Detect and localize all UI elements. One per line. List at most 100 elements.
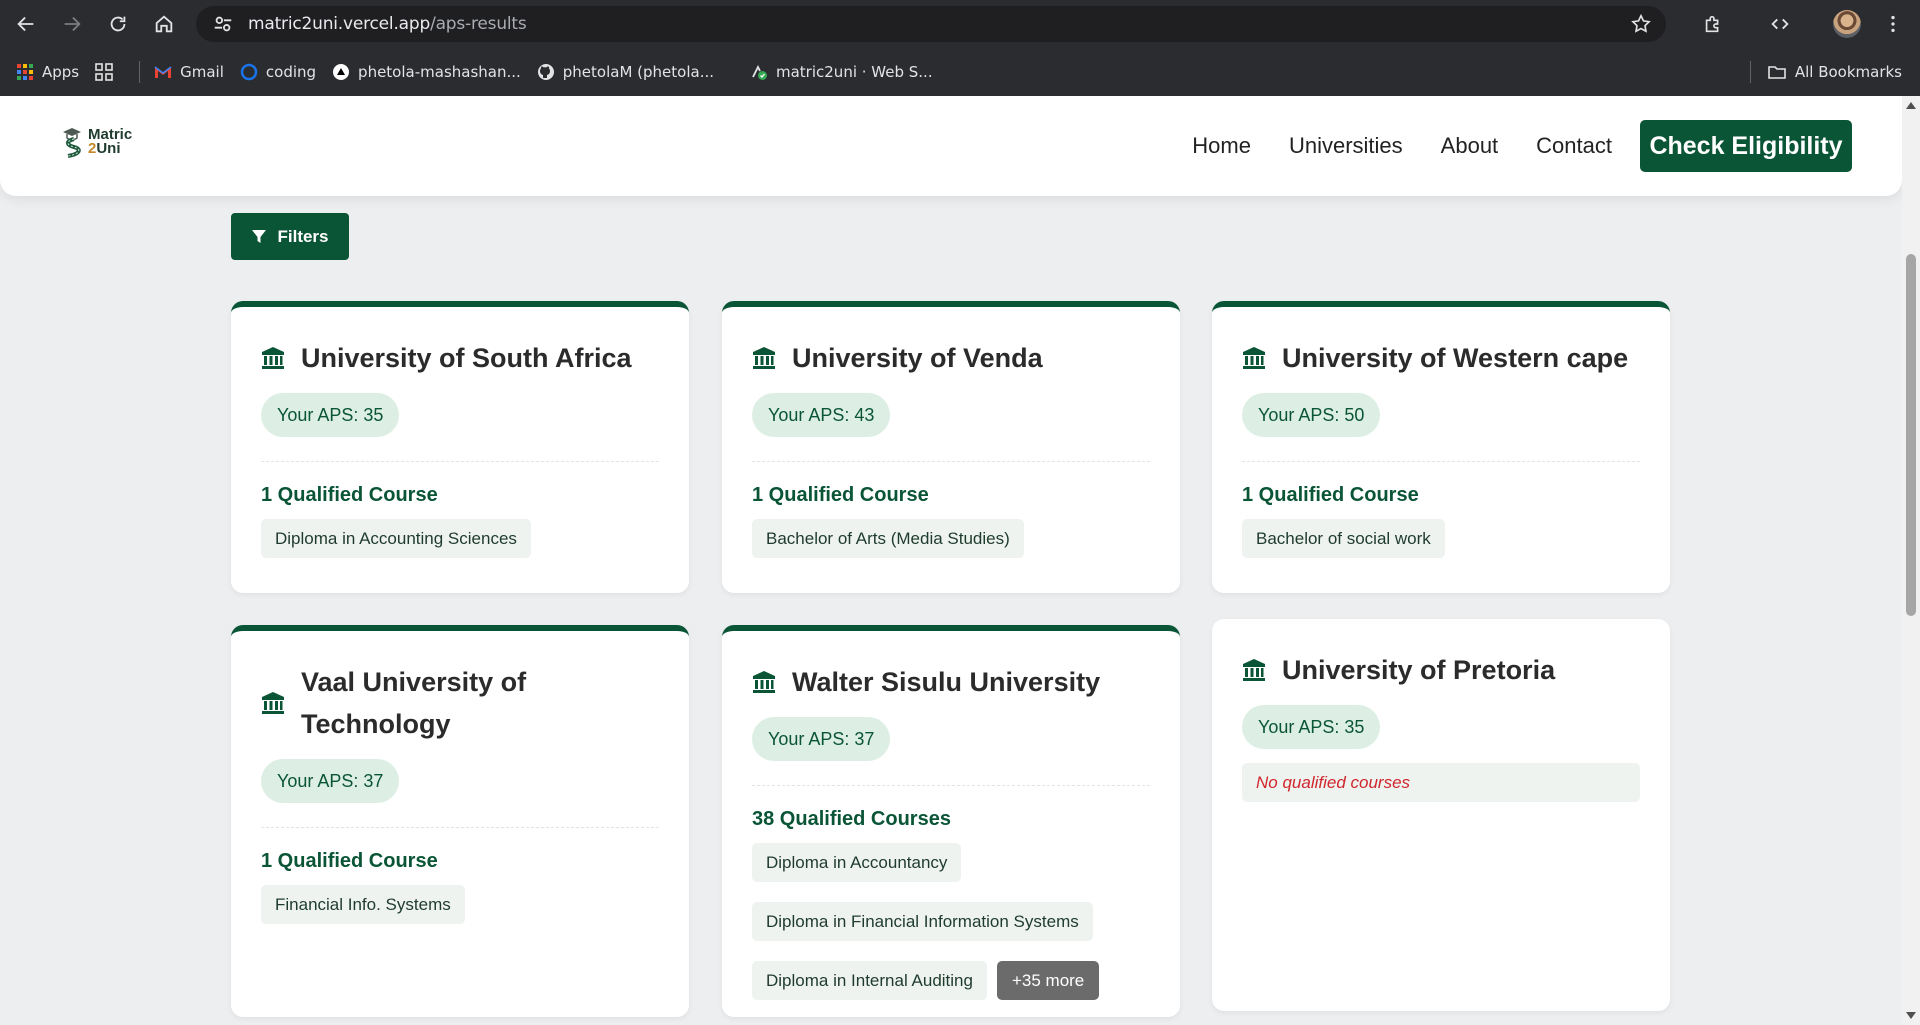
university-name[interactable]: Vaal University of Technology	[301, 661, 561, 745]
devtools-button[interactable]	[1760, 4, 1800, 44]
divider	[752, 785, 1150, 786]
card-title: Walter Sisulu University	[752, 661, 1150, 703]
university-card: University of Western cape Your APS: 50 …	[1212, 301, 1670, 593]
card-title: University of Western cape	[1242, 337, 1640, 379]
university-name[interactable]: University of Venda	[792, 337, 1043, 379]
course-tag[interactable]: Bachelor of Arts (Media Studies)	[752, 519, 1024, 558]
graduation-road-icon	[63, 128, 81, 158]
filters-label: Filters	[277, 226, 329, 246]
coding-icon	[240, 63, 258, 81]
card-title: University of Pretoria	[1242, 649, 1640, 691]
bookmark-tab-groups[interactable]	[89, 56, 127, 88]
bookmark-label: Gmail	[180, 63, 224, 81]
nav-contact[interactable]: Contact	[1536, 133, 1612, 159]
nav-universities[interactable]: Universities	[1289, 133, 1403, 159]
aps-badge: Your APS: 50	[1242, 393, 1381, 437]
course-tag[interactable]: Diploma in Financial Information Systems	[752, 902, 1093, 941]
course-list: Diploma in Accounting Sciences	[261, 519, 659, 558]
forward-button[interactable]	[52, 4, 92, 44]
bookmark-gmail[interactable]: Gmail	[148, 56, 230, 88]
tab-groups-icon	[95, 63, 113, 81]
all-bookmarks-button[interactable]: All Bookmarks	[1742, 56, 1902, 88]
gmail-icon	[154, 66, 172, 78]
bookmarks-bar: Apps Gmail coding phetola-mashashan... p…	[0, 48, 1920, 96]
university-name[interactable]: University of Western cape	[1282, 337, 1628, 379]
browser-menu-button[interactable]	[1873, 4, 1913, 44]
home-button[interactable]	[144, 4, 184, 44]
bookmark-github[interactable]: phetolaM (phetola...	[531, 56, 720, 88]
page-viewport: Matric 2Uni Home Universities About Cont…	[0, 96, 1902, 1025]
course-tag[interactable]: Financial Info. Systems	[261, 885, 465, 924]
course-tag[interactable]: Diploma in Accountancy	[752, 843, 962, 882]
address-bar[interactable]: matric2uni.vercel.app/aps-results	[196, 6, 1666, 42]
aps-badge: Your APS: 35	[1242, 705, 1381, 749]
reload-button[interactable]	[98, 4, 138, 44]
page-scrollbar[interactable]	[1902, 96, 1920, 1025]
scroll-thumb[interactable]	[1906, 254, 1916, 616]
url-host: matric2uni.vercel.app	[248, 14, 431, 34]
course-list: Bachelor of social work	[1242, 519, 1640, 558]
university-name[interactable]: University of South Africa	[301, 337, 632, 379]
apps-grid-icon	[17, 64, 33, 80]
bookmark-label: matric2uni · Web S...	[776, 63, 933, 81]
profile-button[interactable]	[1827, 4, 1867, 44]
university-card: University of South Africa Your APS: 35 …	[231, 301, 689, 593]
bookmark-apps[interactable]: Apps	[10, 56, 85, 88]
nav-about[interactable]: About	[1441, 133, 1499, 159]
bookmark-separator	[139, 61, 141, 83]
github-icon	[537, 64, 554, 80]
bookmark-coding[interactable]: coding	[234, 56, 322, 88]
university-building-icon	[262, 692, 284, 714]
vercel-icon	[333, 64, 350, 80]
aps-badge: Your APS: 37	[261, 759, 400, 803]
course-tag[interactable]: Bachelor of social work	[1242, 519, 1445, 558]
check-eligibility-button[interactable]: Check Eligibility	[1640, 120, 1852, 172]
site-logo[interactable]: Matric 2Uni	[60, 126, 132, 158]
bookmark-vercel[interactable]: phetola-mashashan...	[326, 56, 527, 88]
nav-home[interactable]: Home	[1192, 133, 1251, 159]
university-name[interactable]: Walter Sisulu University	[792, 661, 1100, 703]
university-card: Walter Sisulu University Your APS: 37 38…	[722, 625, 1180, 1017]
bookmark-label: coding	[265, 63, 317, 81]
filters-button[interactable]: Filters	[231, 213, 349, 260]
card-title: Vaal University of Technology	[261, 661, 659, 745]
course-tag[interactable]: Diploma in Internal Auditing	[752, 961, 987, 1000]
bookmark-star-icon[interactable]	[1630, 13, 1652, 35]
course-list: Diploma in Accountancy Diploma in Financ…	[752, 843, 1150, 1000]
university-building-icon	[753, 671, 775, 693]
university-building-icon	[262, 347, 284, 369]
divider	[261, 461, 659, 462]
more-vertical-icon	[1891, 15, 1895, 33]
card-title: University of Venda	[752, 337, 1150, 379]
bookmark-separator	[1749, 61, 1751, 83]
no-courses-message: No qualified courses	[1242, 763, 1640, 802]
course-list: Bachelor of Arts (Media Studies)	[752, 519, 1150, 558]
qualified-count: 1 Qualified Course	[1242, 484, 1419, 506]
university-card: University of Pretoria Your APS: 35 No q…	[1212, 619, 1670, 1011]
bookmark-label: Apps	[42, 63, 80, 81]
home-icon	[155, 15, 173, 33]
aps-badge: Your APS: 37	[752, 717, 891, 761]
qualified-count: 1 Qualified Course	[261, 850, 438, 872]
logo-text: Matric 2Uni	[88, 127, 132, 156]
bookmark-label: phetola-mashashan...	[358, 63, 521, 81]
divider	[261, 827, 659, 828]
puzzle-icon	[1705, 15, 1719, 33]
folder-icon	[1768, 66, 1786, 79]
extensions-button[interactable]	[1693, 4, 1733, 44]
arrow-left-icon	[17, 16, 34, 32]
all-bookmarks-label: All Bookmarks	[1794, 63, 1902, 81]
scroll-up-icon[interactable]	[1906, 102, 1916, 109]
university-card: University of Venda Your APS: 43 1 Quali…	[722, 301, 1180, 593]
bookmark-label: phetolaM (phetola...	[562, 63, 714, 81]
back-button[interactable]	[6, 4, 46, 44]
url-path: /aps-results	[430, 14, 527, 34]
web-app-icon	[752, 64, 767, 80]
course-list: Financial Info. Systems	[261, 885, 659, 924]
university-name[interactable]: University of Pretoria	[1282, 649, 1555, 691]
course-tag[interactable]: Diploma in Accounting Sciences	[261, 519, 531, 558]
site-settings-icon[interactable]	[212, 13, 234, 35]
more-courses-button[interactable]: +35 more	[996, 961, 1100, 1000]
bookmark-matric2uni[interactable]: matric2uni · Web S...	[744, 56, 939, 88]
scroll-down-icon[interactable]	[1906, 1012, 1916, 1019]
